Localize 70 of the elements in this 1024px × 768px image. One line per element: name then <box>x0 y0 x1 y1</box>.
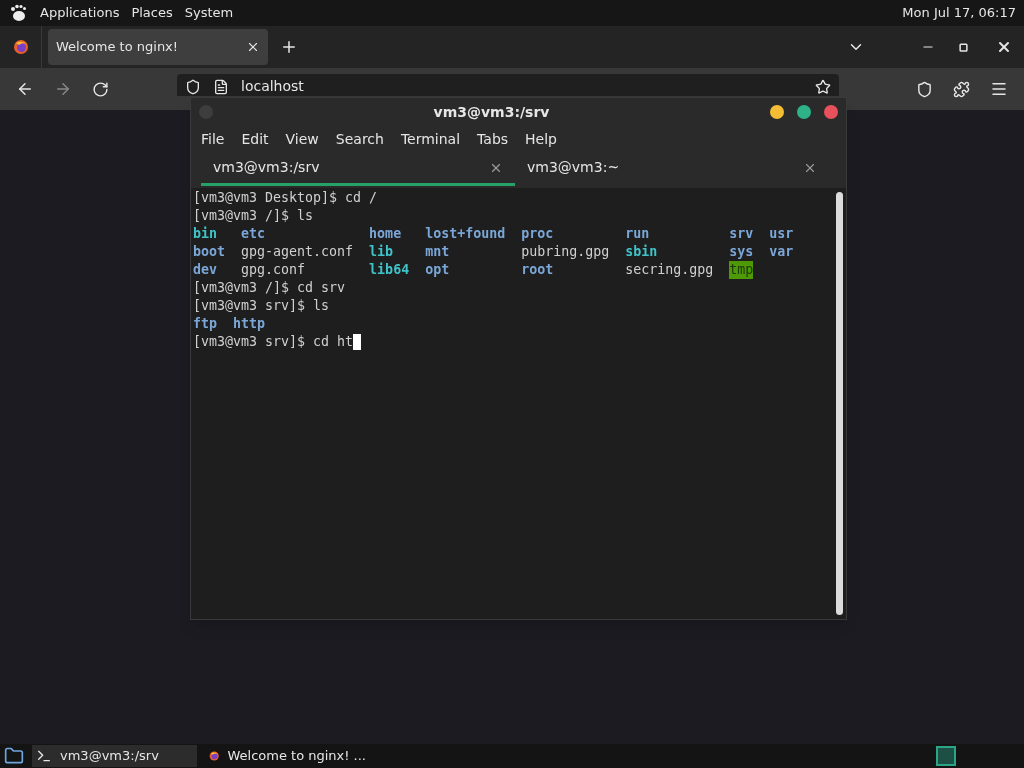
file-name: dev <box>193 261 218 279</box>
file-name: root <box>521 261 554 279</box>
close-icon[interactable] <box>246 40 260 54</box>
file-name: tmp <box>729 261 754 279</box>
file-name: gpg-agent.conf <box>241 243 354 261</box>
file-name: lib64 <box>369 261 410 279</box>
terminal-tab[interactable]: vm3@vm3:~ <box>515 152 829 186</box>
forward-icon[interactable] <box>54 80 72 98</box>
file-name: gpg.conf <box>241 261 306 279</box>
terminal-line: [vm3@vm3 srv]$ cd ht <box>193 333 354 351</box>
terminal-icon <box>36 748 52 764</box>
file-name: boot <box>193 243 226 261</box>
menu-item[interactable]: View <box>285 128 319 150</box>
file-name: etc <box>241 225 266 243</box>
file-name: srv <box>729 225 754 243</box>
window-title: vm3@vm3:/srv <box>432 102 551 122</box>
taskbar-window[interactable]: vm3@vm3:/srv <box>32 745 197 767</box>
close-button[interactable] <box>824 105 838 119</box>
menu-item[interactable]: Edit <box>241 128 269 150</box>
maximize-icon[interactable] <box>959 42 968 52</box>
taskbar-window[interactable]: Welcome to nginx! ... <box>205 745 370 767</box>
file-name: sys <box>729 243 754 261</box>
minimize-button[interactable] <box>770 105 784 119</box>
close-icon[interactable] <box>996 39 1012 55</box>
bookmark-icon[interactable] <box>815 79 831 95</box>
maximize-button[interactable] <box>797 105 811 119</box>
page-icon <box>213 79 229 95</box>
file-name: opt <box>425 261 450 279</box>
menu-item[interactable]: File <box>201 128 225 150</box>
file-name: bin <box>193 225 218 243</box>
file-name: proc <box>521 225 554 243</box>
reload-icon[interactable] <box>92 80 109 98</box>
menu-item[interactable]: Search <box>335 128 384 150</box>
extensions-icon[interactable] <box>953 80 970 98</box>
menu-item[interactable]: Help <box>525 128 557 150</box>
file-name: secring.gpg <box>625 261 714 279</box>
file-name: ftp <box>193 315 218 333</box>
file-name: lost+found <box>425 225 506 243</box>
clock: Mon Jul 17, 06:17 <box>902 4 1016 23</box>
text-cursor <box>353 334 362 350</box>
terminal-line: [vm3@vm3 /]$ ls <box>193 207 314 225</box>
file-name: run <box>625 225 650 243</box>
terminal-line: [vm3@vm3 srv]$ ls <box>193 297 330 315</box>
file-name: lib <box>369 243 394 261</box>
workspace-switcher[interactable] <box>936 746 956 766</box>
file-name: pubring.gpg <box>521 243 610 261</box>
file-name: home <box>369 225 402 243</box>
panel-menu[interactable]: System <box>184 3 234 23</box>
menu-item[interactable]: Terminal <box>400 128 461 150</box>
file-name: mnt <box>425 243 450 261</box>
file-name: usr <box>769 225 794 243</box>
scrollbar[interactable] <box>836 192 843 615</box>
terminal-line: [vm3@vm3 Desktop]$ cd / <box>193 189 378 207</box>
address-bar[interactable]: localhost <box>177 74 839 96</box>
file-manager-icon[interactable] <box>4 746 24 766</box>
foot-icon[interactable] <box>8 3 28 23</box>
new-tab-icon[interactable] <box>280 38 298 56</box>
shield-icon <box>185 79 201 95</box>
terminal-line: [vm3@vm3 /]$ cd srv <box>193 279 346 297</box>
back-icon[interactable] <box>16 80 34 98</box>
menu-item[interactable]: Tabs <box>477 128 509 150</box>
file-name: var <box>769 243 794 261</box>
panel-menu[interactable]: Places <box>131 3 173 23</box>
panel-menu[interactable]: Applications <box>40 3 120 23</box>
file-name: sbin <box>625 243 658 261</box>
browser-tab[interactable]: Welcome to nginx! <box>48 29 268 65</box>
file-name: http <box>233 315 266 333</box>
browser-icon <box>209 748 220 764</box>
browser-icon <box>12 39 29 55</box>
menu-icon[interactable] <box>990 80 1008 98</box>
